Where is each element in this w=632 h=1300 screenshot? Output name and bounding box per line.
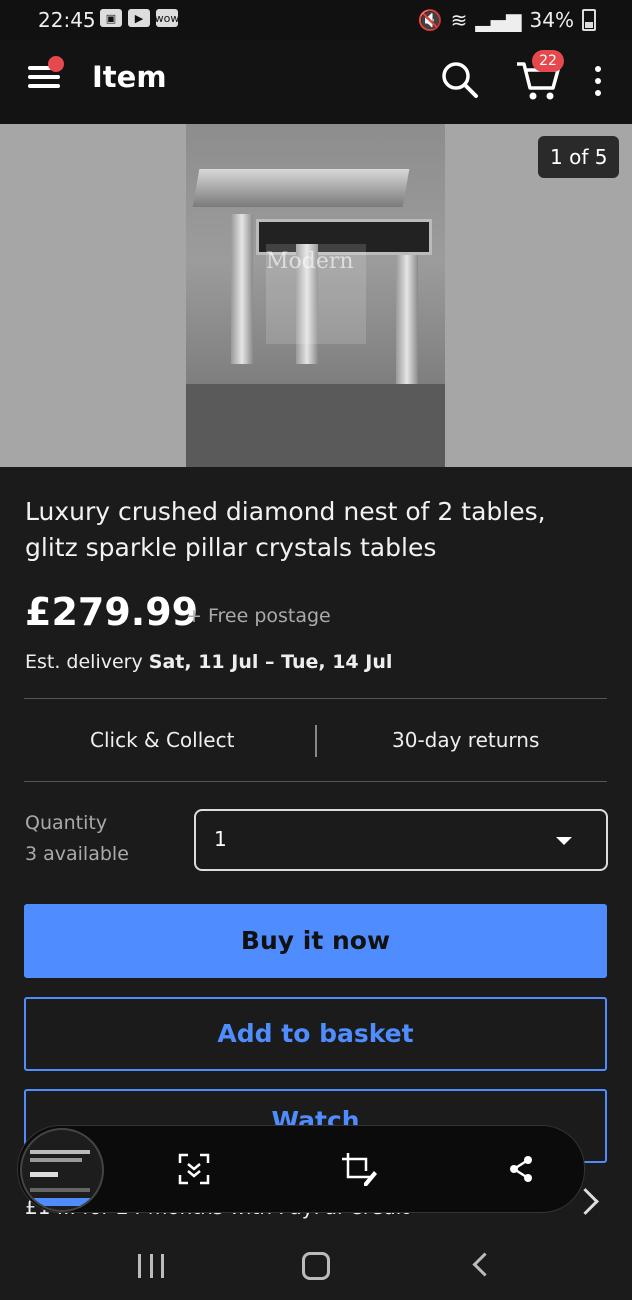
chevron-down-icon bbox=[556, 837, 572, 845]
search-icon[interactable] bbox=[440, 60, 480, 100]
click-collect-label: Click & Collect bbox=[90, 728, 235, 752]
delivery-prefix: Est. delivery bbox=[25, 651, 149, 673]
quantity-available: 3 available bbox=[25, 843, 129, 865]
status-notification-icons: ▣ ▶ wow bbox=[100, 9, 179, 27]
photo-floor bbox=[186, 384, 445, 467]
screenshot-toolbar bbox=[17, 1125, 585, 1213]
returns-label: 30-day returns bbox=[392, 728, 540, 752]
quantity-select[interactable]: 1 bbox=[194, 809, 608, 871]
more-options-icon[interactable] bbox=[590, 66, 606, 100]
quantity-label: Quantity bbox=[25, 812, 108, 834]
status-bar: 22:45 ▣ ▶ wow 🔇 ≋ ▂▄▆ 34% bbox=[0, 0, 632, 40]
delivery-estimate: Est. delivery Sat, 11 Jul – Tue, 14 Jul bbox=[25, 651, 392, 673]
crop-edit-icon[interactable] bbox=[340, 1151, 378, 1187]
image-counter: 1 of 5 bbox=[538, 136, 620, 178]
back-icon[interactable] bbox=[472, 1252, 497, 1277]
buy-it-now-button[interactable]: Buy it now bbox=[24, 904, 607, 978]
recent-apps-icon[interactable] bbox=[138, 1254, 164, 1278]
status-right: 🔇 ≋ ▂▄▆ 34% bbox=[418, 8, 596, 32]
photo-pillar bbox=[396, 234, 418, 384]
add-to-basket-button[interactable]: Add to basket bbox=[24, 997, 607, 1071]
postage-info: + Free postage bbox=[186, 605, 331, 627]
gallery-icon: ▣ bbox=[100, 9, 122, 27]
feature-divider bbox=[315, 725, 317, 757]
quantity-value: 1 bbox=[214, 827, 227, 851]
product-title: Luxury crushed diamond nest of 2 tables,… bbox=[25, 497, 546, 562]
mute-icon: 🔇 bbox=[417, 8, 443, 32]
divider bbox=[24, 698, 607, 699]
photo-table-top bbox=[192, 169, 410, 207]
page-title: Item bbox=[92, 60, 167, 94]
photo-watermark: Modern bbox=[266, 249, 354, 274]
status-time: 22:45 bbox=[38, 8, 96, 32]
divider bbox=[24, 781, 607, 782]
photo-pillar bbox=[231, 214, 253, 364]
image-gallery[interactable]: Modern 1 of 5 bbox=[0, 124, 632, 467]
cart-count-badge: 22 bbox=[532, 50, 564, 72]
share-icon[interactable] bbox=[509, 1155, 533, 1183]
system-nav-bar bbox=[0, 1230, 632, 1300]
signal-icon: ▂▄▆ bbox=[475, 8, 522, 32]
wow-icon: wow bbox=[155, 9, 179, 27]
app-bar: Item 22 bbox=[0, 40, 632, 124]
youtube-icon: ▶ bbox=[128, 9, 150, 27]
battery-icon bbox=[582, 9, 596, 31]
product-photo[interactable]: Modern bbox=[186, 124, 445, 467]
battery-percent: 34% bbox=[529, 8, 574, 32]
delivery-dates: Sat, 11 Jul – Tue, 14 Jul bbox=[148, 651, 393, 673]
notification-dot bbox=[48, 56, 64, 72]
screenshot-thumbnail[interactable] bbox=[20, 1128, 104, 1212]
wifi-icon: ≋ bbox=[450, 8, 468, 32]
scroll-capture-icon[interactable] bbox=[178, 1153, 210, 1185]
product-price: £279.99 bbox=[25, 590, 199, 634]
home-icon[interactable] bbox=[302, 1252, 330, 1280]
